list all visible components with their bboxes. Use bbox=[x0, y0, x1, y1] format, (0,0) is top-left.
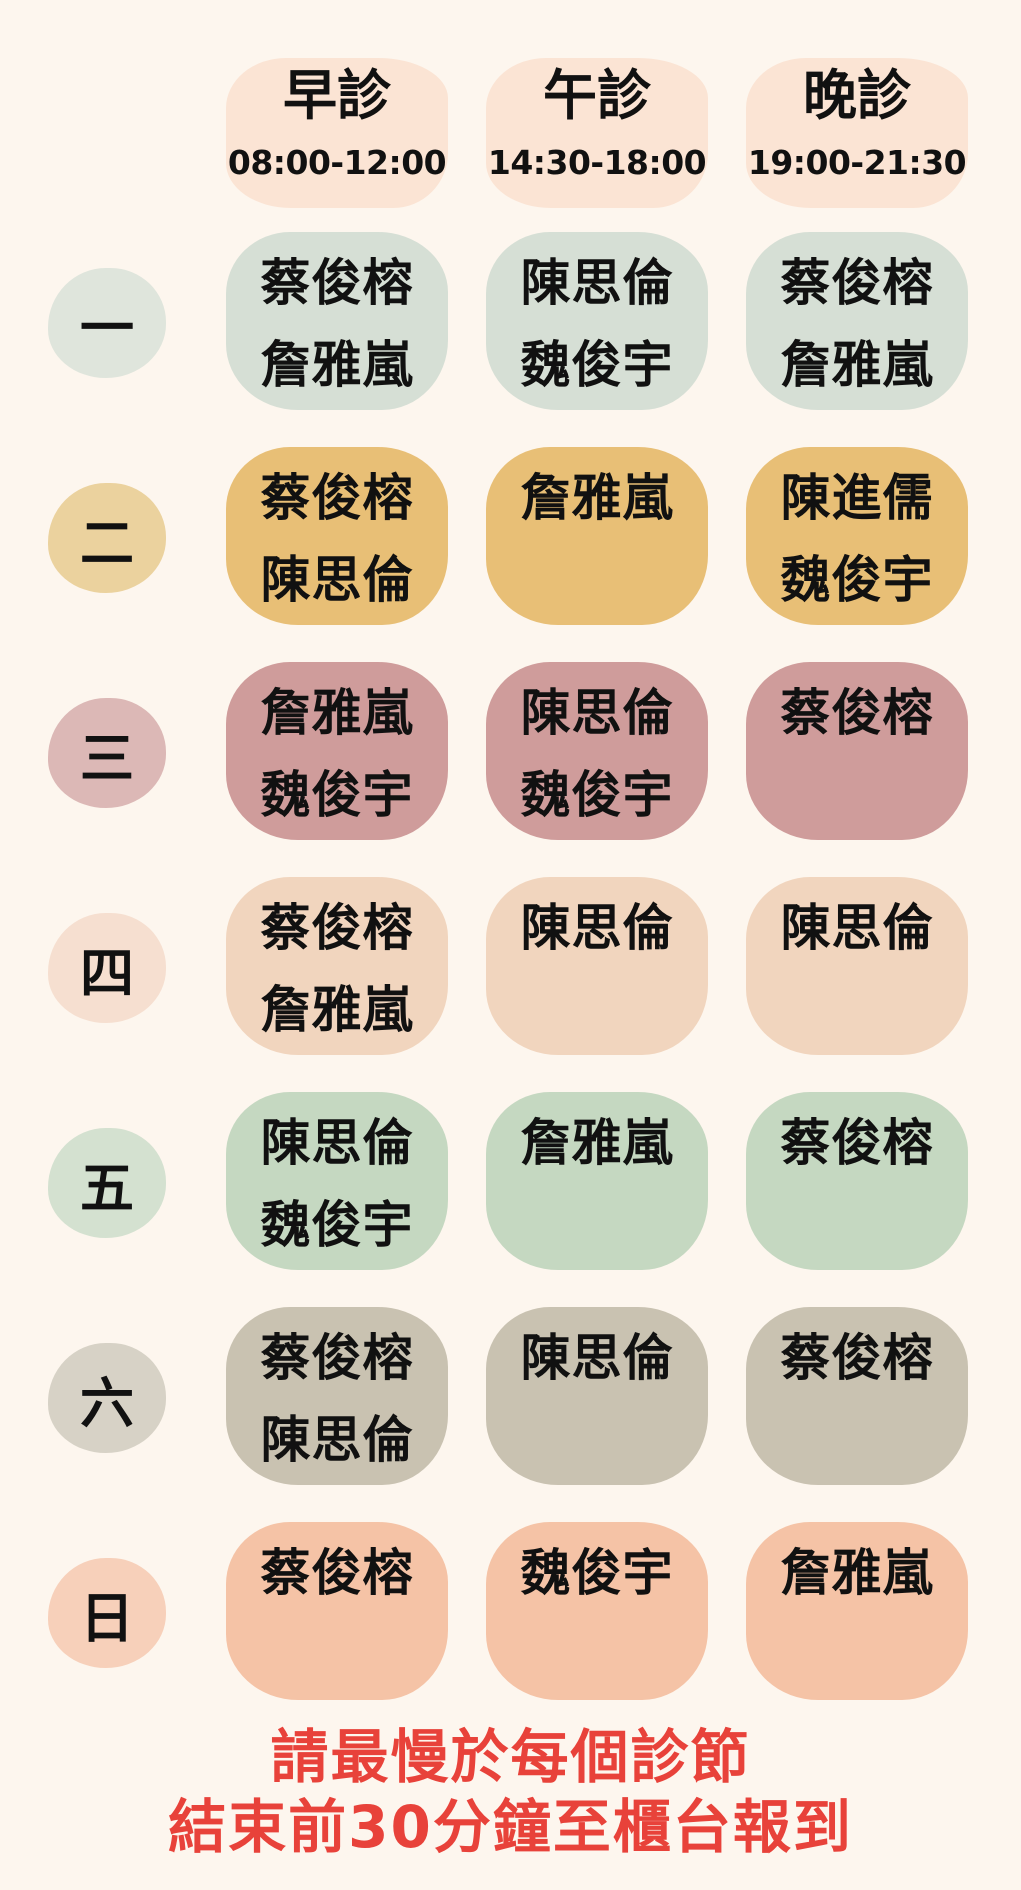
doctor-name: 詹雅嵐 bbox=[520, 469, 674, 527]
doctor-name: 蔡俊榕 bbox=[260, 254, 414, 312]
doctor-name: 陳思倫 bbox=[520, 1329, 674, 1387]
schedule-cell: 蔡俊榕 bbox=[746, 662, 968, 840]
doctor-name: 蔡俊榕 bbox=[780, 254, 934, 312]
day-label: 二 bbox=[48, 483, 166, 593]
schedule-cell: 詹雅嵐 魏俊宇 bbox=[226, 662, 448, 840]
doctor-name: 陳思倫 bbox=[260, 1114, 414, 1172]
check-in-note-line2: 結束前30分鐘至櫃台報到 bbox=[168, 1793, 853, 1861]
day-label: 六 bbox=[48, 1343, 166, 1453]
doctor-name: 蔡俊榕 bbox=[780, 684, 934, 742]
doctor-name: 魏俊宇 bbox=[780, 551, 934, 609]
doctor-name: 魏俊宇 bbox=[520, 766, 674, 824]
doctor-name: 陳思倫 bbox=[520, 254, 674, 312]
schedule-cell: 魏俊宇 bbox=[486, 1522, 708, 1700]
schedule-cell: 陳思倫 bbox=[486, 1307, 708, 1485]
schedule-cell: 蔡俊榕 詹雅嵐 bbox=[226, 877, 448, 1055]
doctor-name: 詹雅嵐 bbox=[260, 981, 414, 1039]
shift-time: 08:00-12:00 bbox=[227, 143, 447, 183]
schedule-cell: 詹雅嵐 bbox=[486, 1092, 708, 1270]
check-in-note-line1: 請最慢於每個診節 bbox=[270, 1723, 751, 1791]
shift-header-2: 午診 14:30-18:00 bbox=[486, 58, 708, 208]
schedule-cell: 蔡俊榕 bbox=[746, 1307, 968, 1485]
schedule-cell: 蔡俊榕 bbox=[226, 1522, 448, 1700]
day-label: 五 bbox=[48, 1128, 166, 1238]
doctor-name: 詹雅嵐 bbox=[260, 336, 414, 394]
doctor-name: 詹雅嵐 bbox=[260, 684, 414, 742]
shift-name: 午診 bbox=[543, 64, 651, 127]
schedule-cell: 蔡俊榕 詹雅嵐 bbox=[226, 232, 448, 410]
schedule-cell: 蔡俊榕 詹雅嵐 bbox=[746, 232, 968, 410]
doctor-name: 魏俊宇 bbox=[520, 336, 674, 394]
doctor-name: 陳思倫 bbox=[780, 899, 934, 957]
schedule-cell: 蔡俊榕 bbox=[746, 1092, 968, 1270]
doctor-name: 魏俊宇 bbox=[260, 766, 414, 824]
day-label: 日 bbox=[48, 1558, 166, 1668]
doctor-name: 魏俊宇 bbox=[260, 1196, 414, 1254]
shift-header-3: 晚診 19:00-21:30 bbox=[746, 58, 968, 208]
shift-header-1: 早診 08:00-12:00 bbox=[226, 58, 448, 208]
schedule-cell: 陳思倫 魏俊宇 bbox=[486, 232, 708, 410]
check-in-note: 請最慢於每個診節 結束前30分鐘至櫃台報到 bbox=[0, 1722, 1021, 1862]
doctor-name: 陳思倫 bbox=[260, 1411, 414, 1469]
schedule-cell: 蔡俊榕 陳思倫 bbox=[226, 447, 448, 625]
doctor-name: 魏俊宇 bbox=[520, 1544, 674, 1602]
schedule-cell: 陳思倫 bbox=[486, 877, 708, 1055]
schedule-cell: 詹雅嵐 bbox=[746, 1522, 968, 1700]
doctor-name: 陳思倫 bbox=[520, 684, 674, 742]
doctor-name: 陳進儒 bbox=[780, 469, 934, 527]
schedule-cell: 蔡俊榕 陳思倫 bbox=[226, 1307, 448, 1485]
schedule-cell: 陳思倫 bbox=[746, 877, 968, 1055]
doctor-name: 詹雅嵐 bbox=[780, 336, 934, 394]
doctor-name: 蔡俊榕 bbox=[780, 1114, 934, 1172]
schedule-cell: 陳思倫 魏俊宇 bbox=[486, 662, 708, 840]
doctor-name: 蔡俊榕 bbox=[260, 1544, 414, 1602]
doctor-name: 陳思倫 bbox=[260, 551, 414, 609]
doctor-name: 蔡俊榕 bbox=[260, 899, 414, 957]
clinic-schedule: 早診 08:00-12:00 午診 14:30-18:00 晚診 19:00-21:30 … bbox=[0, 0, 1021, 1890]
day-label: 三 bbox=[48, 698, 166, 808]
shift-time: 19:00-21:30 bbox=[747, 143, 967, 183]
day-label: 四 bbox=[48, 913, 166, 1023]
shift-time: 14:30-18:00 bbox=[487, 143, 707, 183]
doctor-name: 詹雅嵐 bbox=[520, 1114, 674, 1172]
schedule-cell: 陳進儒 魏俊宇 bbox=[746, 447, 968, 625]
doctor-name: 詹雅嵐 bbox=[780, 1544, 934, 1602]
shift-name: 晚診 bbox=[803, 64, 911, 127]
doctor-name: 蔡俊榕 bbox=[260, 469, 414, 527]
doctor-name: 蔡俊榕 bbox=[260, 1329, 414, 1387]
schedule-cell: 陳思倫 魏俊宇 bbox=[226, 1092, 448, 1270]
schedule-cell: 詹雅嵐 bbox=[486, 447, 708, 625]
doctor-name: 蔡俊榕 bbox=[780, 1329, 934, 1387]
shift-name: 早診 bbox=[283, 64, 391, 127]
day-label: 一 bbox=[48, 268, 166, 378]
doctor-name: 陳思倫 bbox=[520, 899, 674, 957]
